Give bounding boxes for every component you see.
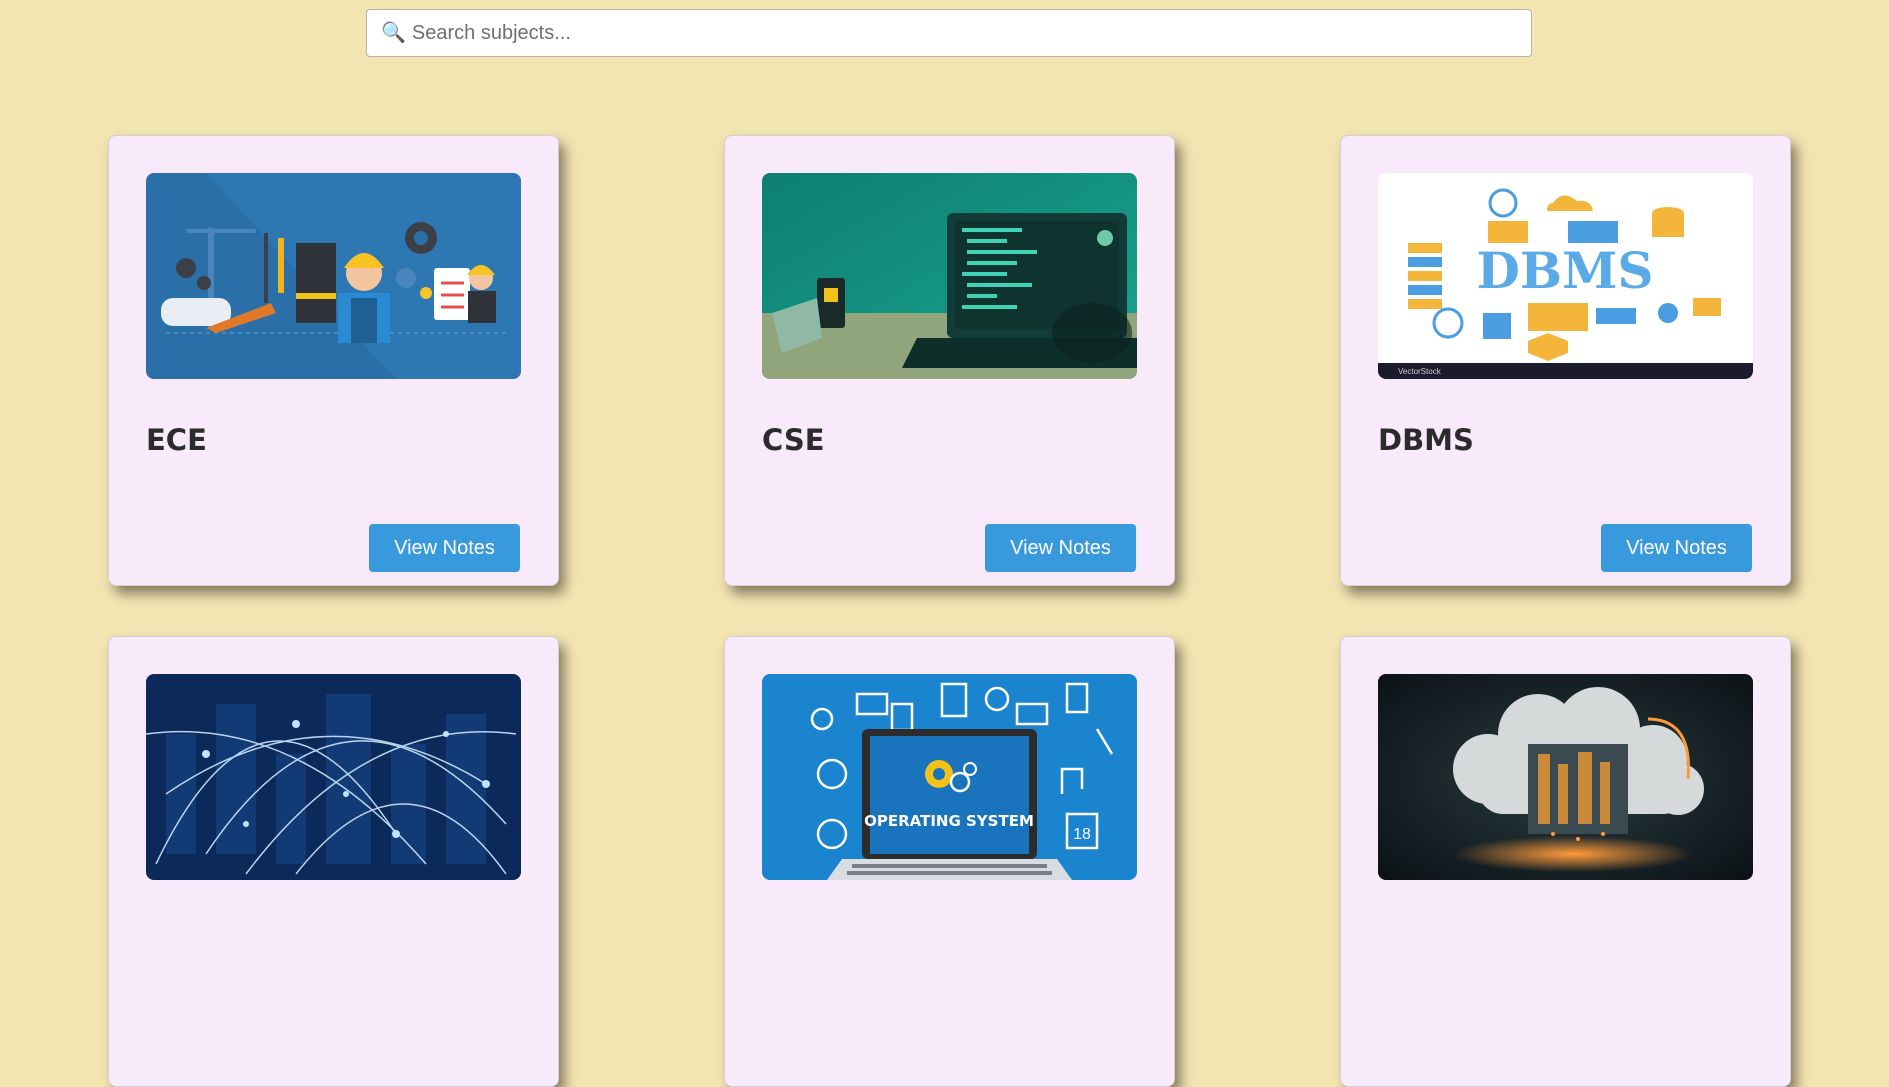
search-bar[interactable]: 🔍 [366, 9, 1532, 57]
view-notes-button[interactable]: View Notes [985, 524, 1136, 572]
subject-card-network [108, 636, 559, 1087]
magnifier-icon: 🔍 [381, 22, 406, 44]
subject-card-cse: CSE View Notes [724, 135, 1175, 586]
dbms-image-text: DBMS [1476, 241, 1653, 300]
calendar-number: 18 [1073, 826, 1091, 843]
cse-image [762, 173, 1137, 379]
subject-title: DBMS [1378, 423, 1474, 457]
network-image [146, 674, 521, 880]
vectorstock-watermark: VectorStock [1398, 367, 1442, 376]
subject-card-dbms: DBMS VectorStock DBMS View Notes [1340, 135, 1791, 586]
view-notes-button[interactable]: View Notes [1601, 524, 1752, 572]
os-image-text: OPERATING SYSTEM [864, 812, 1034, 830]
subject-title: CSE [762, 423, 825, 457]
operating-system-image: 18 OPERATING SYSTEM [762, 674, 1137, 880]
view-notes-button[interactable]: View Notes [369, 524, 520, 572]
ece-image [146, 173, 521, 379]
subject-card-cloud [1340, 636, 1791, 1087]
subject-title: ECE [146, 423, 207, 457]
subject-card-os: 18 OPERATING SYSTEM [724, 636, 1175, 1087]
cloud-image [1378, 674, 1753, 880]
subject-card-ece: ECE View Notes [108, 135, 559, 586]
dbms-image: DBMS VectorStock [1378, 173, 1753, 379]
search-input[interactable] [409, 9, 1531, 57]
